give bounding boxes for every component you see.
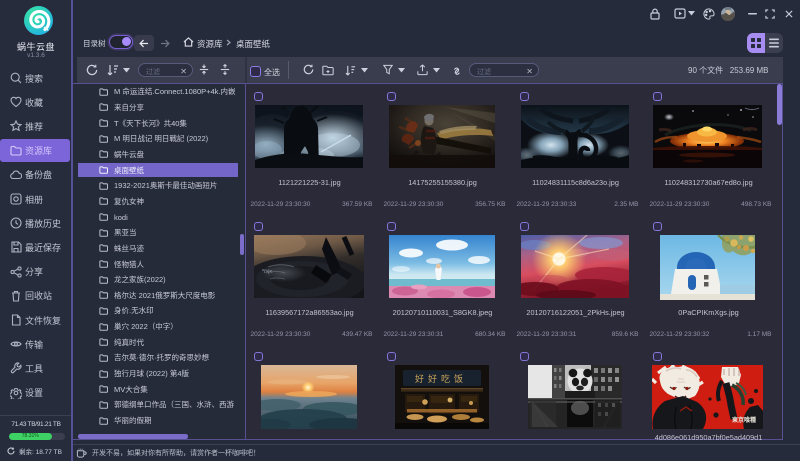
svg-text:東京喰種: 東京喰種 [732,416,756,424]
svg-text:*/>|<: */>|< [262,269,273,275]
svg-text:好好吃饭: 好好吃饭 [414,373,466,384]
